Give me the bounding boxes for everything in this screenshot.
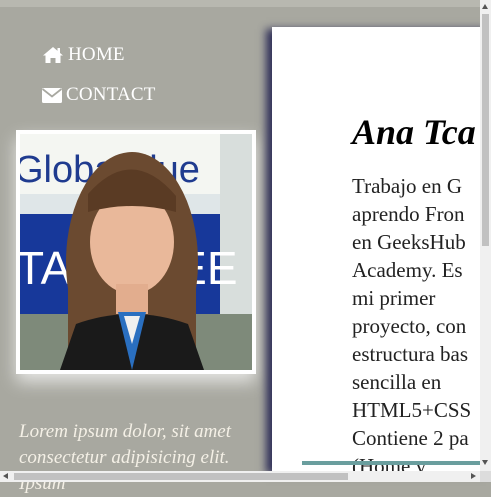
nav-label-contact: CONTACT [66,84,156,105]
scroll-right-arrow-icon[interactable] [471,473,476,479]
scroll-left-arrow-icon[interactable] [3,473,8,479]
scroll-up-arrow-icon[interactable] [482,4,488,9]
vertical-scrollbar[interactable] [480,0,491,471]
nav-label-home: HOME [68,44,125,65]
bio-line: Academy. Es [352,258,463,282]
bio-line: mi primer [352,286,436,310]
nav-item-home[interactable]: HOME [42,42,156,68]
horizontal-scrollbar[interactable] [0,471,480,482]
profile-bio: Trabajo en G aprendo Fron en GeeksHub Ac… [352,172,491,472]
accent-divider [302,461,491,465]
top-strip [0,0,480,7]
envelope-icon [42,87,62,103]
profile-card: Ana Tca Trabajo en G aprendo Fron en Gee… [272,27,491,472]
scroll-down-arrow-icon[interactable] [482,460,488,465]
bio-line: en GeeksHub [352,230,466,254]
main-nav: HOME CONTACT [42,42,156,122]
profile-photo: GlobalBlue TAX FREE [20,134,252,370]
intro-quote: Lorem ipsum dolor, sit amet consectetur … [19,421,232,494]
profile-photo-frame: GlobalBlue TAX FREE [16,130,256,374]
scrollbar-corner [480,471,491,482]
bio-line: Contiene 2 pa [352,426,469,450]
bio-line: estructura bas [352,342,469,366]
bio-line: Trabajo en G [352,174,463,198]
bio-line: aprendo Fron [352,202,465,226]
bio-line: HTML5+CSS [352,398,472,422]
bio-line: sencilla en [352,370,442,394]
horizontal-scroll-thumb[interactable] [14,473,348,480]
home-icon [43,47,63,63]
nav-item-contact[interactable]: CONTACT [42,82,156,108]
bio-line: proyecto, con [352,314,467,338]
profile-name: Ana Tca [352,112,476,152]
vertical-scroll-thumb[interactable] [482,14,489,246]
